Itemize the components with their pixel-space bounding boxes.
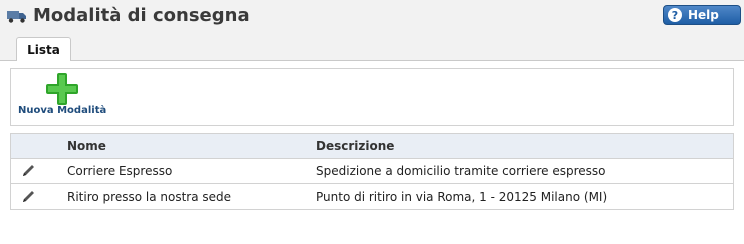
help-button-label: Help bbox=[688, 8, 719, 22]
tab-lista[interactable]: Lista bbox=[16, 37, 71, 61]
table-row[interactable]: Corriere Espresso Spedizione a domicilio… bbox=[11, 159, 733, 184]
cell-nome: Ritiro presso la nostra sede bbox=[67, 190, 232, 204]
cell-descrizione: Punto di ritiro in via Roma, 1 - 20125 M… bbox=[316, 190, 608, 204]
new-mode-label: Nuova Modalità bbox=[18, 105, 107, 116]
truck-icon bbox=[7, 11, 26, 23]
help-button[interactable]: ? Help bbox=[663, 5, 741, 25]
modes-table: Nome Descrizione Corriere Espresso Spedi… bbox=[10, 133, 734, 210]
new-mode-button[interactable]: Nuova Modalità bbox=[18, 73, 108, 121]
edit-pencil-icon[interactable] bbox=[20, 189, 36, 205]
toolbar bbox=[10, 68, 734, 126]
cell-descrizione: Spedizione a domicilio tramite corriere … bbox=[316, 164, 606, 178]
question-icon: ? bbox=[668, 8, 682, 22]
column-header-descrizione: Descrizione bbox=[316, 139, 395, 153]
table-header: Nome Descrizione bbox=[11, 134, 733, 159]
edit-pencil-icon[interactable] bbox=[20, 163, 36, 179]
page-header: Modalità di consegna ? Help bbox=[0, 0, 744, 36]
plus-icon bbox=[46, 73, 78, 105]
table-row[interactable]: Ritiro presso la nostra sede Punto di ri… bbox=[11, 185, 733, 210]
page-title: Modalità di consegna bbox=[33, 5, 250, 26]
cell-nome: Corriere Espresso bbox=[67, 164, 173, 178]
column-header-nome: Nome bbox=[67, 139, 106, 153]
